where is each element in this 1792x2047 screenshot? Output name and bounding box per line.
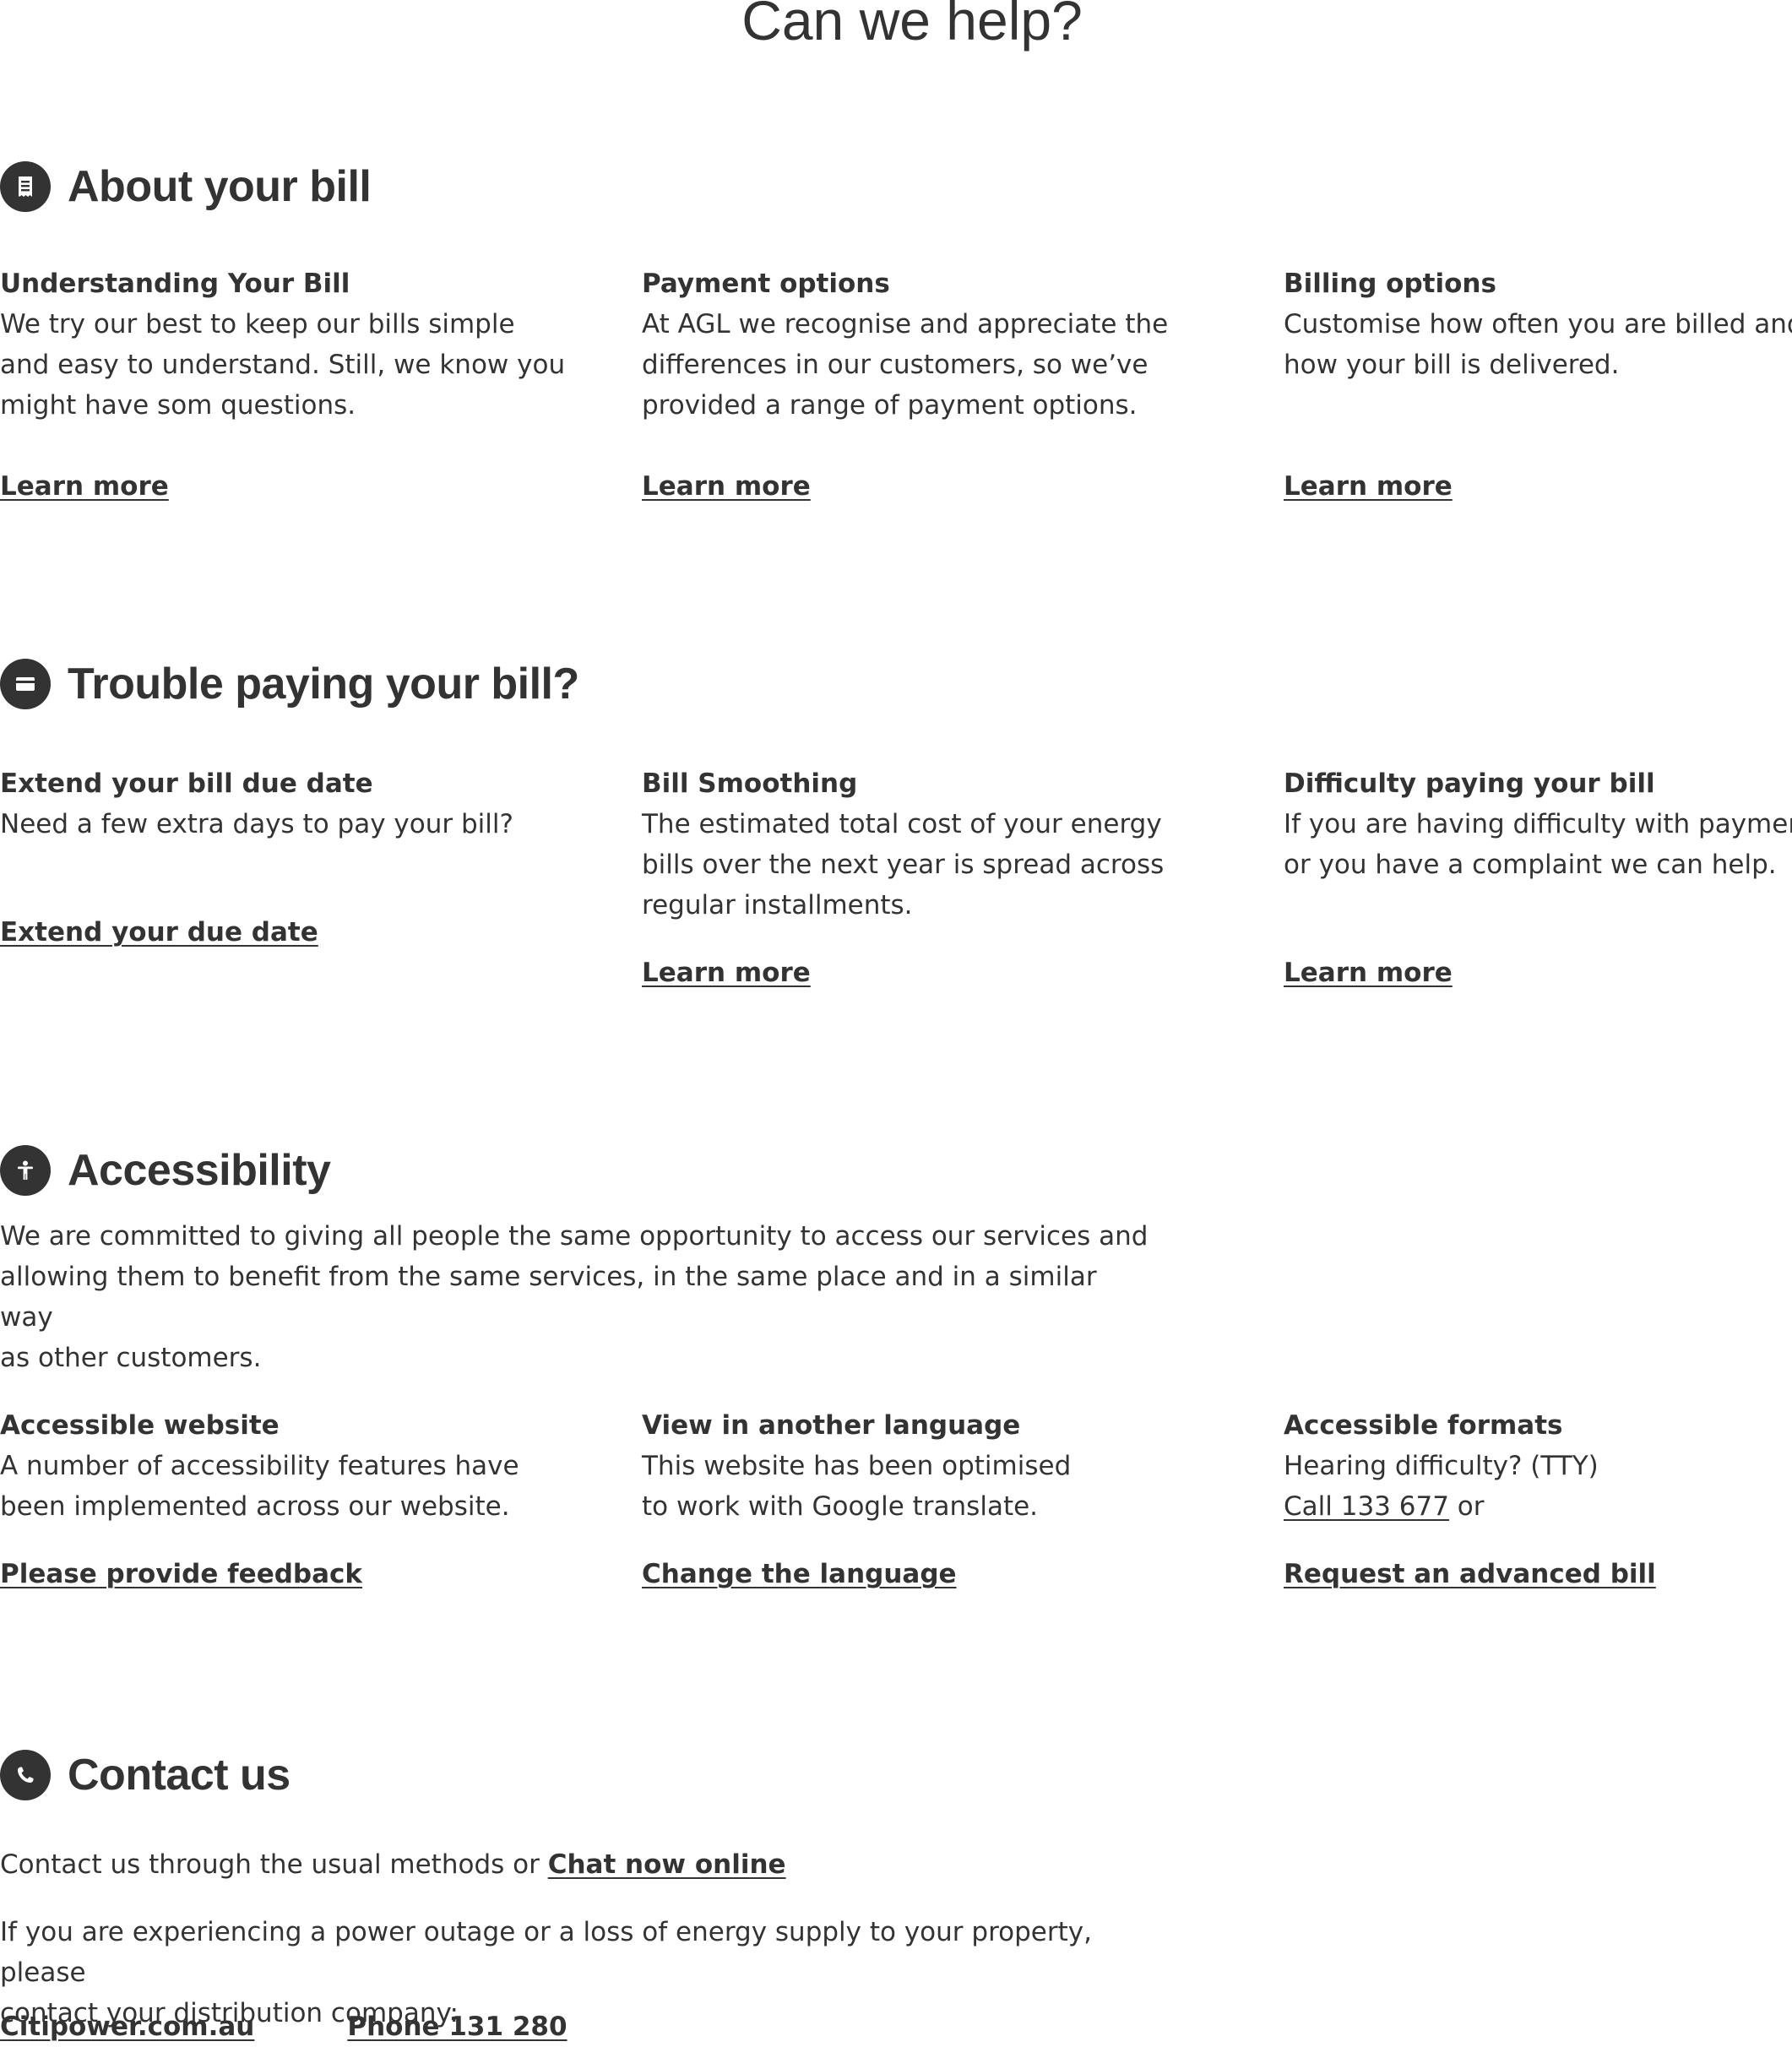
card-accessible-formats: Accessible formats Hearing difficulty? (… — [1284, 1405, 1792, 1589]
request-advanced-bill-link[interactable]: Request an advanced bill — [1284, 1554, 1656, 1594]
card-title: Difficulty paying your bill — [1284, 768, 1655, 799]
change-language-link[interactable]: Change the language — [642, 1554, 957, 1594]
learn-more-link[interactable]: Learn more — [642, 953, 811, 993]
card-text: This website has been optimised to work … — [642, 1451, 1072, 1522]
card-title: Understanding Your Bill — [0, 269, 350, 299]
distributor-links: Citipower.com.au Phone 131 280 — [0, 2006, 1182, 2047]
learn-more-link[interactable]: Learn more — [1284, 953, 1453, 993]
page-title: Can we help? — [741, 0, 1083, 52]
card-title: Accessible formats — [1284, 1410, 1563, 1441]
card-billing-options: Billing options Customise how often you … — [1284, 263, 1792, 502]
tty-call-line: Call 133 677 or — [1284, 1486, 1792, 1527]
section-heading-about-bill: About your bill — [0, 160, 372, 214]
card-difficulty-paying: Difficulty paying your bill If you are h… — [1284, 763, 1792, 988]
section-title: Accessibility — [68, 1146, 331, 1195]
card-text: At AGL we recognise and appreciate the d… — [642, 309, 1169, 421]
card-text: Hearing difficulty? (TTY) — [1284, 1451, 1599, 1481]
card-title: Billing options — [1284, 269, 1496, 299]
accessibility-icon — [0, 1145, 51, 1196]
distributor-phone-link[interactable]: Phone 131 280 — [347, 2012, 567, 2042]
call-suffix: or — [1448, 1491, 1485, 1522]
receipt-icon — [0, 161, 51, 212]
section-heading-contact: Contact us — [0, 1748, 291, 1802]
card-extend-due-date: Extend your bill due date Need a few ext… — [0, 763, 574, 947]
contact-methods-text: Contact us through the usual methods or … — [0, 1844, 1182, 1885]
card-title: Bill Smoothing — [642, 768, 858, 799]
card-accessible-website: Accessible website A number of accessibi… — [0, 1405, 574, 1589]
card-title: Extend your bill due date — [0, 768, 373, 799]
card-text: We try our best to keep our bills simple… — [0, 309, 566, 421]
section-heading-trouble-paying: Trouble paying your bill? — [0, 657, 579, 711]
card-text: A number of accessibility features have … — [0, 1451, 519, 1522]
contact-methods-label: Contact us through the usual methods or — [0, 1849, 548, 1880]
card-text: Customise how often you are billed and h… — [1284, 309, 1792, 380]
card-title: View in another language — [642, 1410, 1021, 1441]
section-title: About your bill — [68, 162, 372, 211]
provide-feedback-link[interactable]: Please provide feedback — [0, 1554, 362, 1594]
card-title: Payment options — [642, 269, 890, 299]
chat-now-link[interactable]: Chat now online — [548, 1849, 786, 1880]
card-text: The estimated total cost of your energy … — [642, 809, 1165, 920]
call-tty-link[interactable]: Call 133 677 — [1284, 1491, 1449, 1522]
extend-due-date-link[interactable]: Extend your due date — [0, 912, 318, 953]
card-text: Need a few extra days to pay your bill? — [0, 809, 513, 839]
card-icon — [0, 659, 51, 709]
distributor-website-link[interactable]: Citipower.com.au — [0, 2012, 254, 2042]
card-bill-smoothing: Bill Smoothing The estimated total cost … — [642, 763, 1216, 988]
card-text: If you are having difficulty with paymen… — [1284, 809, 1792, 880]
section-title: Trouble paying your bill? — [68, 660, 579, 709]
learn-more-link[interactable]: Learn more — [642, 466, 811, 507]
card-payment-options: Payment options At AGL we recognise and … — [642, 263, 1216, 502]
section-heading-accessibility: Accessibility — [0, 1143, 331, 1197]
card-title: Accessible website — [0, 1410, 280, 1441]
card-another-language: View in another language This website ha… — [642, 1405, 1216, 1589]
card-understanding-bill: Understanding Your Bill We try our best … — [0, 263, 574, 502]
phone-icon — [0, 1750, 51, 1800]
accessibility-intro: We are committed to giving all people th… — [0, 1221, 1149, 1373]
section-title: Contact us — [68, 1751, 291, 1800]
learn-more-link[interactable]: Learn more — [1284, 466, 1453, 507]
learn-more-link[interactable]: Learn more — [0, 466, 169, 507]
